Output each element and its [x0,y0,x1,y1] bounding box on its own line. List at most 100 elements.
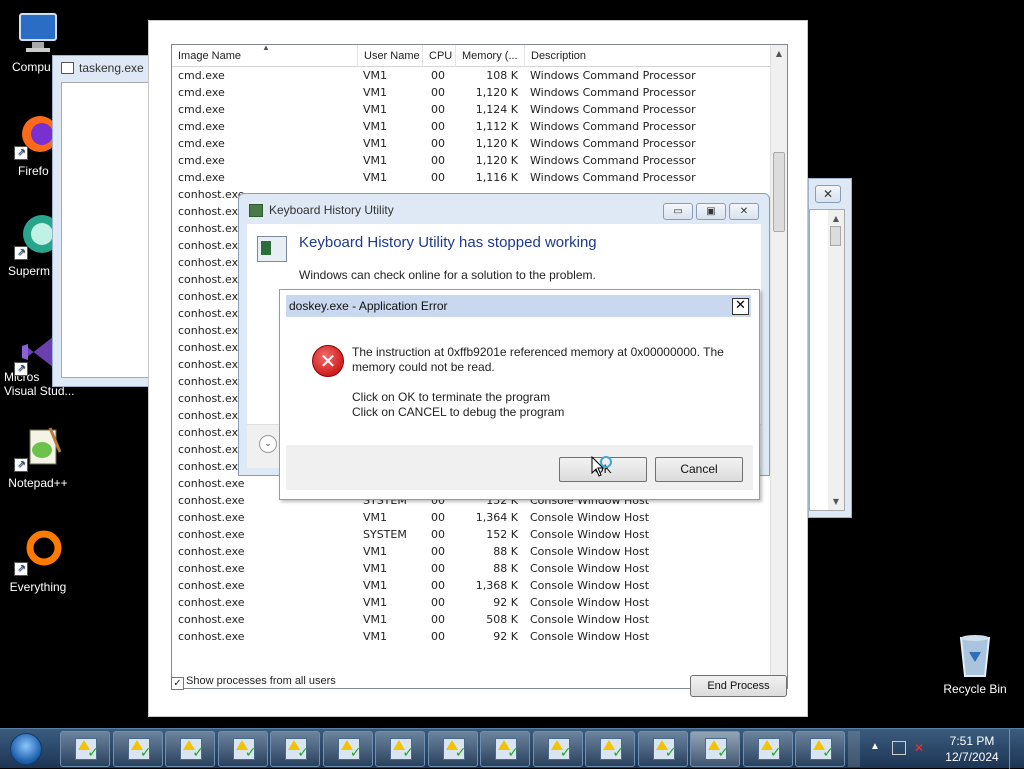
application-error-dialog[interactable]: doskey.exe - Application Error ✕ ✕ The i… [279,289,760,500]
close-button[interactable]: ✕ [729,203,759,220]
scrollbar-thumb[interactable] [830,226,841,246]
close-button[interactable]: ✕ [732,298,749,315]
view-details-chevron-icon[interactable]: ⌄ [259,435,277,453]
table-row[interactable]: cmd.exe VM1 00 1,116 K Windows Command Proce… [172,169,772,186]
taskbar-app-button[interactable]: ✓ [742,731,793,767]
process-list-scrollbar[interactable]: ▲ ▼ [770,45,787,688]
taskeng-client [61,82,151,378]
taskbar-app-button[interactable]: ✓ [532,731,583,767]
process-cpu: 00 [431,137,445,150]
dialog-button-bar: OK Cancel [286,445,753,490]
app-icon [249,204,263,217]
taskbar-app-button[interactable]: ✓ [585,731,635,767]
minimize-button[interactable]: ▭ [663,203,693,220]
table-row[interactable]: conhost.exe VM1 00 88 K Console Window Host [172,560,772,577]
taskbar-app-button[interactable]: ✓ [165,731,215,767]
scroll-up-arrow-icon[interactable]: ▲ [828,210,844,227]
clock-time[interactable]: 7:51 PM [942,734,1002,748]
application-error-titlebar[interactable]: doskey.exe - Application Error ✕ [286,295,751,317]
table-row[interactable]: conhost.exe VM1 00 1,368 K Console Window Ho… [172,577,772,594]
vertical-scrollbar[interactable]: ▲ ▼ [828,210,844,510]
scroll-up-arrow-icon[interactable]: ▲ [771,45,787,62]
warning-check-icon: ✓ [337,738,362,761]
show-desktop-button[interactable] [1009,729,1024,769]
warning-check-icon: ✓ [495,738,519,761]
background-window-right[interactable]: ✕ ▲ ▼ [808,178,852,518]
close-button[interactable]: ✕ [815,185,841,203]
process-description: Windows Command Processor [530,86,696,99]
network-icon[interactable] [892,741,906,755]
taskbar-app-button[interactable]: ✓ [270,731,320,767]
taskbar-app-button[interactable]: ✓ [427,731,478,767]
process-memory: 508 K [486,613,518,626]
show-hidden-icons-icon[interactable]: ▲ [870,741,880,752]
taskbar-app-button[interactable]: ✓ [795,731,845,767]
taskbar-app-button[interactable]: ✓ [637,731,688,767]
table-row[interactable]: conhost.exe SYSTEM 00 152 K Console Window H… [172,526,772,543]
background-window-client: ▲ ▼ [809,209,845,511]
maximize-button[interactable]: ▣ [696,203,726,220]
taskbar-app-button[interactable]: ✓ [112,731,163,767]
desktop-icon-label: Notepad++ [8,476,68,490]
column-header-cpu[interactable]: CPU [423,45,456,67]
table-row[interactable]: conhost.exe VM1 00 1,364 K Console Window Ho… [172,509,772,526]
table-row[interactable]: conhost.exe VM1 00 508 K Console Window Host [172,611,772,628]
everything-icon: ↗ [14,528,62,576]
taskeng-titlebar[interactable]: taskeng.exe [53,56,151,82]
taskbar-scroll[interactable] [848,731,860,767]
end-process-button[interactable]: End Process [690,675,787,697]
start-button[interactable] [4,731,48,767]
volume-muted-icon[interactable]: ✕ [914,741,930,755]
taskeng-window[interactable]: taskeng.exe [52,55,152,387]
taskbar-app-button[interactable]: ✓ [375,731,425,767]
process-description: Console Window Host [530,562,650,575]
process-user-name: SYSTEM [363,528,407,541]
process-description: Console Window Host [530,545,650,558]
process-image-name: cmd.exe [178,103,225,116]
process-image-name: conhost.exe [178,528,245,541]
shortcut-arrow-icon: ↗ [14,146,28,160]
table-row[interactable]: cmd.exe VM1 00 1,124 K Windows Command Proce… [172,101,772,118]
table-row[interactable]: cmd.exe VM1 00 1,120 K Windows Command Proce… [172,152,772,169]
table-row[interactable]: cmd.exe VM1 00 108 K Windows Command Process… [172,67,772,84]
process-description: Windows Command Processor [530,137,696,150]
taskbar-app-button[interactable]: ✓ [60,731,110,767]
checkbox-box[interactable]: ✓ [171,677,184,690]
process-cpu: 00 [431,511,445,524]
process-user-name: VM1 [363,154,388,167]
column-header-user-name[interactable]: User Name [358,45,423,67]
process-image-name: conhost.exe [178,579,245,592]
desktop-icon-recycle-bin[interactable]: Recycle Bin [935,630,1015,696]
scroll-down-arrow-icon[interactable]: ▼ [828,493,844,510]
table-row[interactable]: cmd.exe VM1 00 1,120 K Windows Command Proce… [172,84,772,101]
column-header-memory[interactable]: Memory (... [456,45,525,67]
taskbar-app-button[interactable]: ✓ [480,731,530,767]
show-all-processes-checkbox[interactable]: ✓ Show processes from all users [171,675,336,690]
process-image-name: conhost.exe [178,511,245,524]
warning-check-icon: ✓ [390,738,414,761]
taskbar-app-button[interactable]: ✓ [217,731,268,767]
desktop-icon-notepadpp[interactable]: ↗ Notepad++ [0,424,78,490]
scrollbar-thumb[interactable] [773,152,785,232]
table-row[interactable]: cmd.exe VM1 00 1,120 K Windows Command Proce… [172,135,772,152]
cancel-button[interactable]: Cancel [655,457,743,482]
process-user-name: VM1 [363,613,388,626]
taskbar-app-button[interactable]: ✓ [322,731,373,767]
process-image-name: conhost.exe [178,630,245,643]
warning-check-icon: ✓ [757,738,782,761]
taskbar: ✓ ✓ ✓ ✓ ✓ ✓ ✓ ✓ ✓ ✓ ✓ ✓ ✓ ✓ ✓ ▲ ✕ 7:51 PM 12/7/2024 [0,728,1024,769]
process-user-name: VM1 [363,171,388,184]
taskbar-app-button[interactable]: ✓ [690,731,740,767]
process-user-name: VM1 [363,579,388,592]
error-instruction-cancel: Click on CANCEL to debug the program [352,405,565,419]
process-image-name: cmd.exe [178,120,225,133]
warning-check-icon: ✓ [652,738,677,761]
desktop-icon-everything[interactable]: ↗ Everything [0,528,78,594]
column-header-description[interactable]: Description [525,45,772,67]
table-row[interactable]: cmd.exe VM1 00 1,112 K Windows Command Proce… [172,118,772,135]
process-memory: 1,112 K [475,120,518,133]
clock-date[interactable]: 12/7/2024 [942,750,1002,764]
table-row[interactable]: conhost.exe VM1 00 92 K Console Window Host [172,594,772,611]
table-row[interactable]: conhost.exe VM1 00 88 K Console Window Host [172,543,772,560]
table-row[interactable]: conhost.exe VM1 00 92 K Console Window Host [172,628,772,645]
